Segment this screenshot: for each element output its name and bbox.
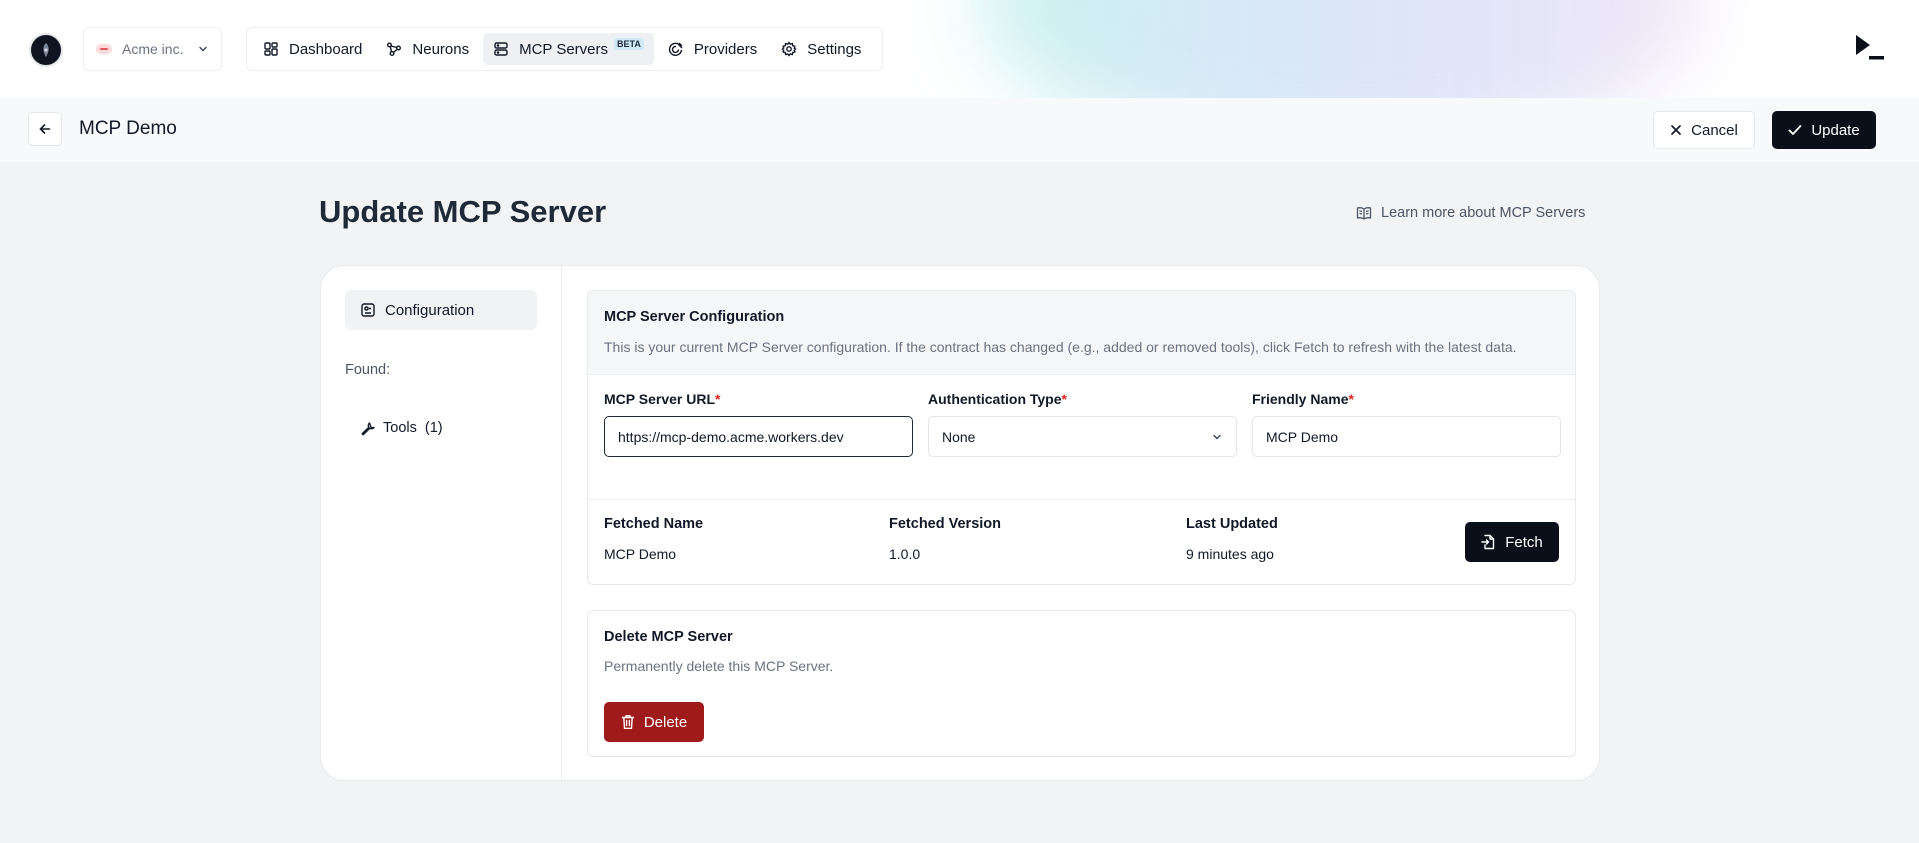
friendly-name-field-group: Friendly Name* [1252, 391, 1561, 457]
fetched-version-label: Fetched Version [889, 516, 1002, 532]
nav-item-settings[interactable]: Settings [771, 33, 871, 65]
last-updated-label: Last Updated [1186, 516, 1278, 532]
file-import-icon [1481, 534, 1495, 550]
last-updated-info: Last Updated 9 minutes ago [1186, 516, 1278, 562]
chevron-down-icon [197, 43, 209, 55]
gear-icon [781, 41, 797, 57]
page-title: Update MCP Server [319, 194, 607, 229]
section-divider [588, 499, 1575, 500]
url-label-text: MCP Server URL [604, 391, 716, 407]
configuration-header: MCP Server Configuration This is your cu… [588, 291, 1575, 375]
configuration-fields: MCP Server URL* Authentication Type* Non… [604, 391, 1561, 461]
fetched-name-label: Fetched Name [604, 516, 704, 532]
fetched-name-value: MCP Demo [604, 546, 677, 562]
configuration-description: This is your current MCP Server configur… [604, 339, 1517, 355]
learn-more-label: Learn more about MCP Servers [1381, 205, 1586, 221]
top-navigation-bar: Acme inc. Dashboard Neurons MCP Servers … [0, 0, 1919, 98]
friendly-name-field-label: Friendly Name* [1252, 391, 1561, 407]
book-icon [1356, 206, 1372, 220]
back-button[interactable] [28, 112, 62, 146]
delete-button-label: Delete [643, 713, 688, 731]
cancel-button[interactable]: Cancel [1653, 111, 1755, 149]
nav-label-neurons: Neurons [412, 40, 470, 58]
tools-count: (1) [424, 420, 443, 436]
neurons-icon [386, 41, 402, 57]
organization-selector[interactable]: Acme inc. [83, 27, 222, 71]
providers-icon [668, 41, 684, 57]
nav-item-mcp-servers[interactable]: MCP Servers BETA [483, 33, 654, 65]
sidebar-item-tools[interactable]: Tools (1) [345, 413, 458, 443]
sidebar-item-configuration[interactable]: Configuration [345, 290, 537, 330]
fetched-version-info: Fetched Version 1.0.0 [889, 516, 1001, 562]
configuration-icon [360, 302, 376, 318]
nav-label-providers: Providers [693, 40, 758, 58]
friendly-name-input[interactable] [1252, 416, 1561, 457]
delete-section: Delete MCP Server Permanently delete thi… [587, 610, 1576, 757]
auth-field-group: Authentication Type* None [928, 391, 1237, 457]
required-mark: * [1061, 391, 1067, 407]
learn-more-link[interactable]: Learn more about MCP Servers [1356, 205, 1585, 221]
url-field-label: MCP Server URL* [604, 391, 913, 407]
found-label: Found: [345, 362, 391, 378]
main-navigation: Dashboard Neurons MCP Servers BETA Provi… [246, 27, 883, 71]
chevron-down-icon [1211, 431, 1223, 443]
delete-section-description: Permanently delete this MCP Server. [604, 658, 834, 674]
required-mark: * [715, 391, 721, 407]
delete-button[interactable]: Delete [604, 702, 704, 742]
app-logo-icon[interactable] [29, 33, 63, 67]
mcp-server-form-card: Configuration Found: Tools (1) MCP Serve… [320, 265, 1600, 781]
auth-field-label: Authentication Type* [928, 391, 1237, 407]
required-mark: * [1348, 391, 1354, 407]
update-button[interactable]: Update [1772, 111, 1876, 149]
nav-label-mcp-servers: MCP Servers [519, 40, 609, 58]
header-gradient-decoration [980, 0, 1700, 98]
fetch-button[interactable]: Fetch [1465, 522, 1559, 562]
terminal-brand-icon [1853, 32, 1887, 64]
trash-icon [621, 714, 635, 730]
auth-label-text: Authentication Type [928, 391, 1062, 407]
authentication-type-value: None [942, 428, 976, 445]
subheader-title: MCP Demo [79, 118, 177, 139]
fetched-name-info: Fetched Name MCP Demo [604, 516, 703, 562]
dashboard-icon [263, 41, 279, 57]
form-sidebar: Configuration Found: Tools (1) [321, 266, 562, 780]
delete-section-title: Delete MCP Server [604, 629, 733, 645]
authentication-type-select[interactable]: None [928, 416, 1237, 457]
last-updated-value: 9 minutes ago [1186, 546, 1274, 562]
friendly-name-label-text: Friendly Name [1252, 391, 1349, 407]
wrench-icon [360, 421, 375, 436]
fetch-button-label: Fetch [1505, 533, 1543, 551]
configuration-title: MCP Server Configuration [604, 309, 785, 325]
sidebar-item-configuration-label: Configuration [385, 301, 475, 319]
arrow-left-icon [38, 122, 52, 136]
url-field-group: MCP Server URL* [604, 391, 913, 457]
nav-item-providers[interactable]: Providers [658, 33, 767, 65]
nav-label-dashboard: Dashboard [289, 40, 363, 58]
beta-badge: BETA [614, 38, 644, 50]
nav-label-settings: Settings [807, 40, 862, 58]
org-logo-icon [96, 44, 112, 54]
mcp-server-url-input[interactable] [604, 416, 913, 457]
tools-label: Tools [383, 420, 417, 436]
nav-item-neurons[interactable]: Neurons [376, 33, 479, 65]
check-icon [1788, 124, 1802, 136]
configuration-section: MCP Server Configuration This is your cu… [587, 290, 1576, 585]
nav-item-dashboard[interactable]: Dashboard [253, 33, 372, 65]
cancel-button-label: Cancel [1691, 121, 1738, 139]
page-subheader: MCP Demo Cancel Update [0, 98, 1919, 163]
organization-name: Acme inc. [122, 41, 184, 57]
server-icon [493, 41, 509, 57]
update-button-label: Update [1811, 121, 1860, 139]
fetched-version-value: 1.0.0 [889, 546, 921, 562]
close-icon [1670, 124, 1682, 136]
